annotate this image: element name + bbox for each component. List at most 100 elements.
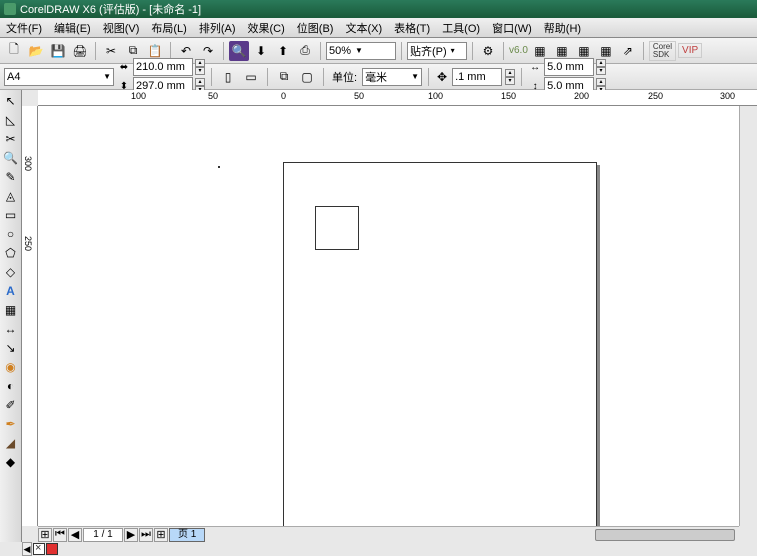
menu-edit[interactable]: 编辑(E) (48, 18, 97, 38)
landscape-button[interactable]: ▭ (241, 67, 261, 87)
eyedropper-icon: ✐ (4, 398, 18, 412)
width-spinner[interactable]: ▴▾ (195, 59, 205, 75)
new-button[interactable]: 🗋 (4, 41, 24, 61)
eyedropper-tool[interactable]: ✐ (2, 396, 20, 414)
rectangle-shape[interactable] (315, 206, 359, 250)
page-width-input[interactable] (133, 58, 193, 76)
menu-layout[interactable]: 布局(L) (145, 18, 192, 38)
color-palette: ◀ (22, 542, 58, 556)
menu-bitmaps[interactable]: 位图(B) (291, 18, 340, 38)
vertical-scrollbar[interactable] (739, 106, 757, 526)
freehand-tool[interactable]: ✎ (2, 168, 20, 186)
last-page-button[interactable]: ⏭ (139, 528, 153, 542)
import-button[interactable]: ⬇ (251, 41, 271, 61)
menu-bar: 文件(F) 编辑(E) 视图(V) 布局(L) 排列(A) 效果(C) 位图(B… (0, 18, 757, 38)
menu-help[interactable]: 帮助(H) (538, 18, 587, 38)
bucket-icon: ◬ (4, 189, 18, 203)
tb-launch-button[interactable]: ⇗ (618, 41, 638, 61)
fill-tool[interactable]: ◢ (2, 434, 20, 452)
dup-x-icon: ↔ (528, 60, 542, 74)
export-button[interactable]: ⬆ (273, 41, 293, 61)
shapes-icon: ◇ (4, 265, 18, 279)
menu-arrange[interactable]: 排列(A) (193, 18, 242, 38)
nudge-spinner[interactable]: ▴▾ (505, 69, 515, 85)
connector-icon: ↘ (4, 341, 18, 355)
ruler-tick: 100 (428, 91, 443, 101)
horizontal-ruler[interactable]: 100 50 0 50 100 150 200 250 300 (38, 90, 757, 106)
polygon-tool[interactable]: ⬠ (2, 244, 20, 262)
add-page-button[interactable]: ⊞ (38, 528, 52, 542)
menu-table[interactable]: 表格(T) (388, 18, 436, 38)
separator (267, 68, 268, 86)
menu-window[interactable]: 窗口(W) (486, 18, 538, 38)
ruler-tick: 250 (23, 236, 33, 251)
publish-button[interactable]: ⎙ (295, 41, 315, 61)
nudge-input[interactable] (452, 68, 502, 86)
all-pages-button[interactable]: ⧉ (274, 67, 294, 87)
palette-scroll-left[interactable]: ◀ (22, 542, 32, 556)
save-button[interactable]: 💾 (48, 41, 68, 61)
launch-icon: ⇗ (621, 44, 635, 58)
swatch-none[interactable] (33, 543, 45, 555)
units-combo[interactable]: 毫米▼ (362, 68, 422, 86)
menu-file[interactable]: 文件(F) (0, 18, 48, 38)
text-tool[interactable]: A (2, 282, 20, 300)
first-page-button[interactable]: ⏮ (53, 528, 67, 542)
options-button[interactable]: ⚙ (478, 41, 498, 61)
crop-tool[interactable]: ✂ (2, 130, 20, 148)
add-page-after-button[interactable]: ⊞ (154, 528, 168, 542)
rectangle-tool[interactable]: ▭ (2, 206, 20, 224)
snap-label: 贴齐(P) (410, 43, 447, 59)
connector-tool[interactable]: ↘ (2, 339, 20, 357)
zoom-combo[interactable]: 50%▼ (326, 42, 396, 60)
basic-shapes-tool[interactable]: ◇ (2, 263, 20, 281)
portrait-button[interactable]: ▯ (218, 67, 238, 87)
snap-combo[interactable]: 贴齐(P)▾ (407, 42, 467, 60)
menu-text[interactable]: 文本(X) (339, 18, 388, 38)
scroll-thumb[interactable] (595, 529, 735, 541)
open-button[interactable]: 📂 (26, 41, 46, 61)
prev-page-button[interactable]: ◀ (68, 528, 82, 542)
ruler-tick: 100 (131, 91, 146, 101)
page-counter: 1 / 1 (83, 528, 123, 542)
current-page-button[interactable]: ▢ (297, 67, 317, 87)
transparency-icon: ◐ (4, 379, 18, 393)
separator (643, 42, 644, 60)
first-icon: ⏮ (55, 528, 65, 541)
paper-size-combo[interactable]: A4▼ (4, 68, 114, 86)
separator (211, 68, 212, 86)
menu-effects[interactable]: 效果(C) (242, 18, 291, 38)
doc-icon: ▦ (577, 44, 591, 58)
smart-fill-tool[interactable]: ◬ (2, 187, 20, 205)
transparency-tool[interactable]: ◐ (2, 377, 20, 395)
next-page-button[interactable]: ▶ (124, 528, 138, 542)
duplicate-x-input[interactable] (544, 58, 594, 76)
pages-icon: ⧉ (277, 70, 291, 84)
gear-icon: ⚙ (481, 44, 495, 58)
outline-icon: ✒ (4, 417, 18, 431)
dimension-tool[interactable]: ↔ (2, 320, 20, 338)
blend-tool[interactable]: ◉ (2, 358, 20, 376)
blend-icon: ◉ (4, 360, 18, 374)
menu-tools[interactable]: 工具(O) (436, 18, 486, 38)
search-button[interactable]: 🔍 (229, 41, 249, 61)
vertical-ruler[interactable]: 300 250 (22, 106, 38, 526)
pick-tool[interactable]: ↖ (2, 92, 20, 110)
canvas[interactable] (38, 106, 739, 526)
shape-tool[interactable]: ◺ (2, 111, 20, 129)
menu-view[interactable]: 视图(V) (97, 18, 146, 38)
interactive-fill-tool[interactable]: ◆ (2, 453, 20, 471)
ruler-tick: 0 (281, 91, 286, 101)
print-button[interactable]: 🖨 (70, 41, 90, 61)
swatch-red[interactable] (46, 543, 58, 555)
separator (95, 42, 96, 60)
separator (401, 42, 402, 60)
dup-x-spinner[interactable]: ▴▾ (596, 59, 606, 75)
zoom-tool[interactable]: 🔍 (2, 149, 20, 167)
table-tool[interactable]: ▦ (2, 301, 20, 319)
page-tab[interactable]: 页 1 (169, 528, 205, 542)
outline-tool[interactable]: ✒ (2, 415, 20, 433)
prev-icon: ◀ (71, 528, 79, 541)
pdf-icon: ⎙ (298, 44, 312, 58)
ellipse-tool[interactable]: ○ (2, 225, 20, 243)
